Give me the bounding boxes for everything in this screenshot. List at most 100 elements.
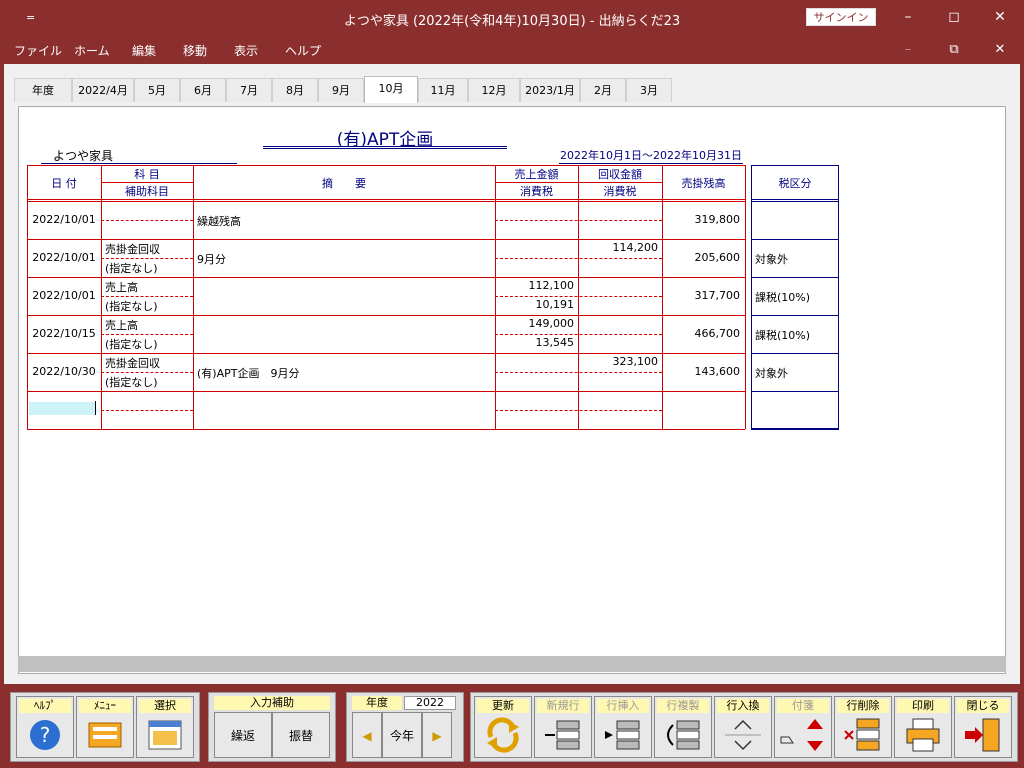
date-input-active[interactable] xyxy=(29,402,95,415)
tab-8[interactable]: 8月 xyxy=(272,78,318,102)
doc-restore-icon[interactable]: ⧉ xyxy=(942,40,966,60)
grid-line xyxy=(193,165,194,429)
insert-row-label: 行挿入 xyxy=(597,699,649,713)
help-button[interactable]: ﾍﾙﾌﾟ ? xyxy=(16,696,74,758)
tab-6[interactable]: 6月 xyxy=(180,78,226,102)
tab-2023-1[interactable]: 2023/1月 xyxy=(520,78,580,102)
row-account[interactable]: 売上高 xyxy=(105,279,193,295)
tab-9[interactable]: 9月 xyxy=(318,78,364,102)
year-label: 年度 xyxy=(352,696,402,710)
row-memo[interactable]: (有)APT企画 9月分 xyxy=(197,365,491,381)
tab-year[interactable]: 年度 xyxy=(14,78,72,102)
tab-10[interactable]: 10月 xyxy=(364,76,418,103)
prev-year-button[interactable]: ◀ xyxy=(352,712,382,758)
grid-line xyxy=(751,277,839,278)
this-year-button[interactable]: 今年 xyxy=(382,712,422,758)
tag-button[interactable]: 付箋 xyxy=(774,696,832,758)
row-sales[interactable]: 112,100 xyxy=(495,279,575,292)
row-account[interactable]: 売掛金回収 xyxy=(105,241,193,257)
row-date[interactable]: 2022/10/01 xyxy=(27,251,101,264)
grid-line xyxy=(751,391,839,392)
row-memo[interactable]: 9月分 xyxy=(197,251,491,267)
row-account[interactable]: 売上高 xyxy=(105,317,193,333)
menu-view[interactable]: 表示 xyxy=(234,42,258,59)
tab-7[interactable]: 7月 xyxy=(226,78,272,102)
grid-line xyxy=(495,165,496,429)
tab-3[interactable]: 3月 xyxy=(626,78,672,102)
grid-line xyxy=(745,165,746,429)
menu-help[interactable]: ヘルプ xyxy=(285,42,321,59)
row-balance: 319,800 xyxy=(694,213,741,226)
grid-line xyxy=(751,315,839,316)
bottom-toolbar: ﾍﾙﾌﾟ ? ﾒﾆｭｰ 選択 入力補助 繰返 振替 年度 2022 ◀ 今年 ▶… xyxy=(0,684,1024,768)
exit-door-icon xyxy=(965,718,1000,752)
copy-row-button[interactable]: 行複製 xyxy=(654,696,712,758)
new-row-button[interactable]: 新規行 xyxy=(534,696,592,758)
insert-row-button[interactable]: 行挿入 xyxy=(594,696,652,758)
menu-home[interactable]: ホーム xyxy=(74,42,110,59)
copy-row-icon xyxy=(667,720,700,750)
row-sub-account[interactable]: (指定なし) xyxy=(105,260,193,276)
row-date[interactable]: 2022/10/15 xyxy=(27,327,101,340)
row-sub-account[interactable]: (指定なし) xyxy=(105,374,193,390)
minimize-icon[interactable]: – xyxy=(894,6,922,28)
company-name: よつや家具 xyxy=(41,147,237,164)
row-sub-account[interactable]: (指定なし) xyxy=(105,298,193,314)
row-date[interactable]: 2022/10/30 xyxy=(27,365,101,378)
row-collect[interactable]: 323,100 xyxy=(578,355,659,368)
delete-row-button[interactable]: 行削除 xyxy=(834,696,892,758)
tab-5[interactable]: 5月 xyxy=(134,78,180,102)
tag-label: 付箋 xyxy=(777,699,829,713)
row-balance: 466,700 xyxy=(694,327,741,340)
row-tax-class[interactable]: 課税(10%) xyxy=(755,289,837,305)
grid-line xyxy=(495,334,662,335)
next-year-button[interactable]: ▶ xyxy=(422,712,452,758)
grid-line xyxy=(101,220,193,221)
grid-line xyxy=(751,239,839,240)
kurikaeshi-button[interactable]: 繰返 xyxy=(214,712,272,758)
doc-minimize-icon[interactable]: – xyxy=(896,40,920,60)
tab-11[interactable]: 11月 xyxy=(418,78,468,102)
grid-line xyxy=(27,165,745,166)
menu-move[interactable]: 移動 xyxy=(183,42,207,59)
grid-line xyxy=(27,199,745,202)
doc-close-icon[interactable]: ✕ xyxy=(988,40,1012,60)
swap-row-button[interactable]: 行入換 xyxy=(714,696,772,758)
row-collect[interactable]: 114,200 xyxy=(578,241,659,254)
tab-12[interactable]: 12月 xyxy=(468,78,520,102)
row-sales-tax[interactable]: 10,191 xyxy=(495,298,575,311)
row-date[interactable]: 2022/10/01 xyxy=(27,213,101,226)
row-date[interactable]: 2022/10/01 xyxy=(27,289,101,302)
new-row-icon xyxy=(545,720,580,750)
menu-edit[interactable]: 編集 xyxy=(132,42,156,59)
col-sub-account: 補助科目 xyxy=(125,185,169,198)
row-sales[interactable]: 149,000 xyxy=(495,317,575,330)
grid-line xyxy=(101,165,102,429)
select-button[interactable]: 選択 xyxy=(136,696,194,758)
col-memo: 摘 要 xyxy=(322,177,366,190)
grid-line xyxy=(101,334,193,335)
ledger-table: 日 付 科 目 補助科目 摘 要 売上金額 消費税 回収金額 消費税 売掛残高 … xyxy=(27,165,746,430)
grid-line xyxy=(27,239,745,240)
row-tax-class[interactable]: 対象外 xyxy=(755,251,837,267)
tab-2[interactable]: 2月 xyxy=(580,78,626,102)
close-button[interactable]: 閉じる xyxy=(954,696,1012,758)
maximize-icon[interactable]: ◻ xyxy=(940,6,968,28)
menu-button[interactable]: ﾒﾆｭｰ xyxy=(76,696,134,758)
row-memo[interactable]: 繰越残高 xyxy=(197,213,491,229)
row-tax-class[interactable]: 対象外 xyxy=(755,365,837,381)
row-sub-account[interactable]: (指定なし) xyxy=(105,336,193,352)
print-button[interactable]: 印刷 xyxy=(894,696,952,758)
row-sales-tax[interactable]: 13,545 xyxy=(495,336,575,349)
status-strip xyxy=(18,656,1006,672)
signin-button[interactable]: サインイン xyxy=(806,8,876,26)
row-account[interactable]: 売掛金回収 xyxy=(105,355,193,371)
furikae-button[interactable]: 振替 xyxy=(272,712,330,758)
col-balance: 売掛残高 xyxy=(681,177,726,190)
update-button[interactable]: 更新 xyxy=(474,696,532,758)
close-icon[interactable]: ✕ xyxy=(986,6,1014,28)
tab-2022-4[interactable]: 2022/4月 xyxy=(72,78,134,102)
row-tax-class[interactable]: 課税(10%) xyxy=(755,327,837,343)
col-sales: 売上金額 xyxy=(514,168,559,181)
menu-file[interactable]: ファイル xyxy=(14,42,62,59)
